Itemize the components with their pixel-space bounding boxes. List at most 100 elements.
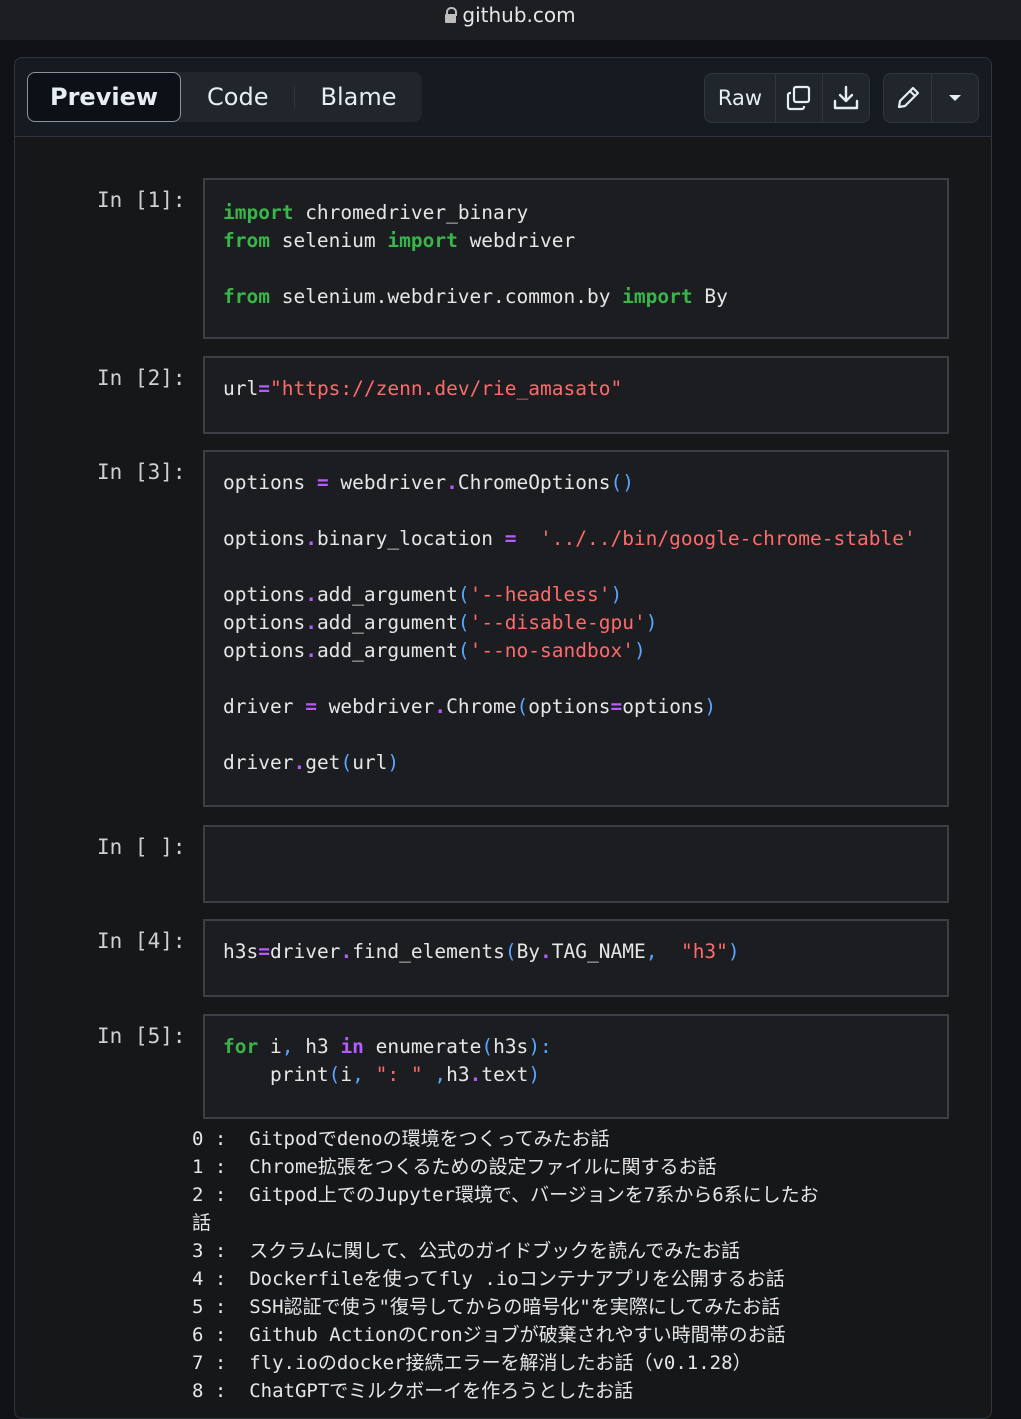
code-token: options [528, 695, 611, 718]
output-line: 1 : Chrome拡張をつくるための設定ファイルに関するお話 [192, 1156, 717, 1178]
code-token: ) [645, 611, 658, 634]
code-token: options [223, 471, 317, 494]
code-token: . [446, 471, 458, 494]
code-token: . [305, 639, 317, 662]
code-line: options.add_argument('--disable-gpu') [223, 609, 916, 637]
code-token: ( [504, 940, 517, 963]
copy-button[interactable] [776, 74, 823, 122]
code-token: '--headless' [469, 583, 611, 606]
code-token: () [610, 471, 634, 494]
code-token: '../../bin/google-chrome-stable' [540, 527, 916, 550]
lock-icon [445, 7, 458, 23]
code-token: options [223, 583, 306, 606]
tab-preview[interactable]: Preview [27, 72, 182, 122]
code-token: , [434, 1063, 447, 1086]
code-token: import [387, 229, 458, 252]
code-token: ": " [375, 1063, 423, 1086]
output-line: 4 : Dockerfileを使ってfly .ioコンテナアプリを公開するお話 [192, 1268, 785, 1290]
code-token: By [692, 285, 728, 308]
cell-output: 0 : Gitpodでdenoの環境をつくってみたお話 1 : Chrome拡張を… [176, 1125, 956, 1405]
code-token: ChromeOptions [457, 471, 611, 494]
code-line: for i, h3 in enumerate(h3s): [223, 1033, 552, 1061]
code-token: options [223, 611, 306, 634]
triangle-down-icon [949, 95, 961, 101]
code-token: add_argument [316, 639, 458, 662]
code-token: options [622, 695, 705, 718]
code-cell [203, 825, 949, 903]
download-button[interactable] [823, 74, 869, 122]
code-token: from [223, 285, 270, 308]
code-line: import chromedriver_binary [223, 199, 728, 227]
view-mode-tabs: Preview Code Blame [27, 72, 423, 122]
code-token: = [610, 695, 623, 718]
code-token: ): [528, 1035, 552, 1058]
url-text: github.com [462, 3, 576, 27]
code-token: ) [633, 639, 646, 662]
code-token: , [645, 940, 670, 963]
output-line: 話 [192, 1212, 212, 1234]
code-token: i [258, 1035, 282, 1058]
tab-blame[interactable]: Blame [294, 72, 422, 122]
code-token: ( [481, 1035, 494, 1058]
code-cell: url="https://zenn.dev/rie_amasato" [203, 356, 949, 434]
code-line: print(i, ": " ,h3.text) [223, 1061, 552, 1089]
code-token: h3s [493, 1035, 529, 1058]
code-token: , [281, 1035, 294, 1058]
edit-dropdown-button[interactable] [932, 74, 978, 122]
code-token: ( [328, 1063, 341, 1086]
code-token: ) [610, 583, 623, 606]
cell-prompt: In [5]: [97, 1024, 186, 1048]
code-token: ) [387, 751, 400, 774]
code-line: options.binary_location = '../../bin/goo… [223, 525, 916, 553]
output-line: 0 : Gitpodでdenoの環境をつくってみたお話 [192, 1128, 610, 1150]
code-token: ) [704, 695, 717, 718]
tab-code[interactable]: Code [181, 72, 294, 122]
code-token: = [258, 377, 270, 400]
code-line: driver.get(url) [223, 749, 916, 777]
code-token: . [293, 751, 306, 774]
code-line: driver = webdriver.Chrome(options=option… [223, 693, 916, 721]
code-token: text [481, 1063, 529, 1086]
code-token: By [516, 940, 541, 963]
browser-address-bar[interactable]: github.com [0, 0, 1021, 40]
code-token: = [305, 695, 317, 718]
code-token: webdriver [328, 471, 447, 494]
code-cell: for i, h3 in enumerate(h3s): print(i, ":… [203, 1014, 949, 1119]
code-token: from [223, 229, 270, 252]
code-line: options = webdriver.ChromeOptions() [223, 469, 916, 497]
code-token: h3s [223, 940, 259, 963]
code-token: driver [223, 695, 306, 718]
code-token: selenium.webdriver.common.by [269, 285, 623, 308]
code-token: get [305, 751, 341, 774]
code-token: print [223, 1063, 329, 1086]
cell-prompt: In [2]: [97, 366, 186, 390]
code-block: options = webdriver.ChromeOptions() opti… [223, 469, 916, 777]
code-token: ( [457, 639, 470, 662]
code-token: . [469, 1063, 482, 1086]
download-icon [833, 85, 859, 110]
code-token: , [352, 1063, 364, 1086]
output-line: 7 : fly.ioのdocker接続エラーを解消したお話（v0.1.28） [192, 1352, 752, 1374]
code-token: import [223, 201, 294, 224]
code-token: options [223, 639, 306, 662]
code-token: url [352, 751, 388, 774]
code-token: webdriver [316, 695, 435, 718]
output-line: 5 : SSH認証で使う"復号してからの暗号化"を実際にしてみたお話 [192, 1296, 781, 1318]
code-token: url [223, 377, 259, 400]
code-token: webdriver [457, 229, 576, 252]
code-token: = [504, 527, 517, 550]
code-token: h3 [293, 1035, 341, 1058]
output-line: 2 : Gitpod上でのJupyter環境で、バージョンを7系から6系にしたお [192, 1184, 819, 1206]
code-token: ( [340, 751, 353, 774]
raw-button[interactable]: Raw [705, 74, 776, 122]
cell-prompt: In [1]: [97, 188, 186, 212]
code-token: . [305, 611, 317, 634]
code-line: url="https://zenn.dev/rie_amasato" [223, 375, 622, 403]
code-token: . [434, 695, 447, 718]
code-token: . [305, 527, 317, 550]
edit-button[interactable] [884, 74, 932, 122]
output-line: 3 : スクラムに関して、公式のガイドブックを読んでみたお話 [192, 1240, 741, 1262]
